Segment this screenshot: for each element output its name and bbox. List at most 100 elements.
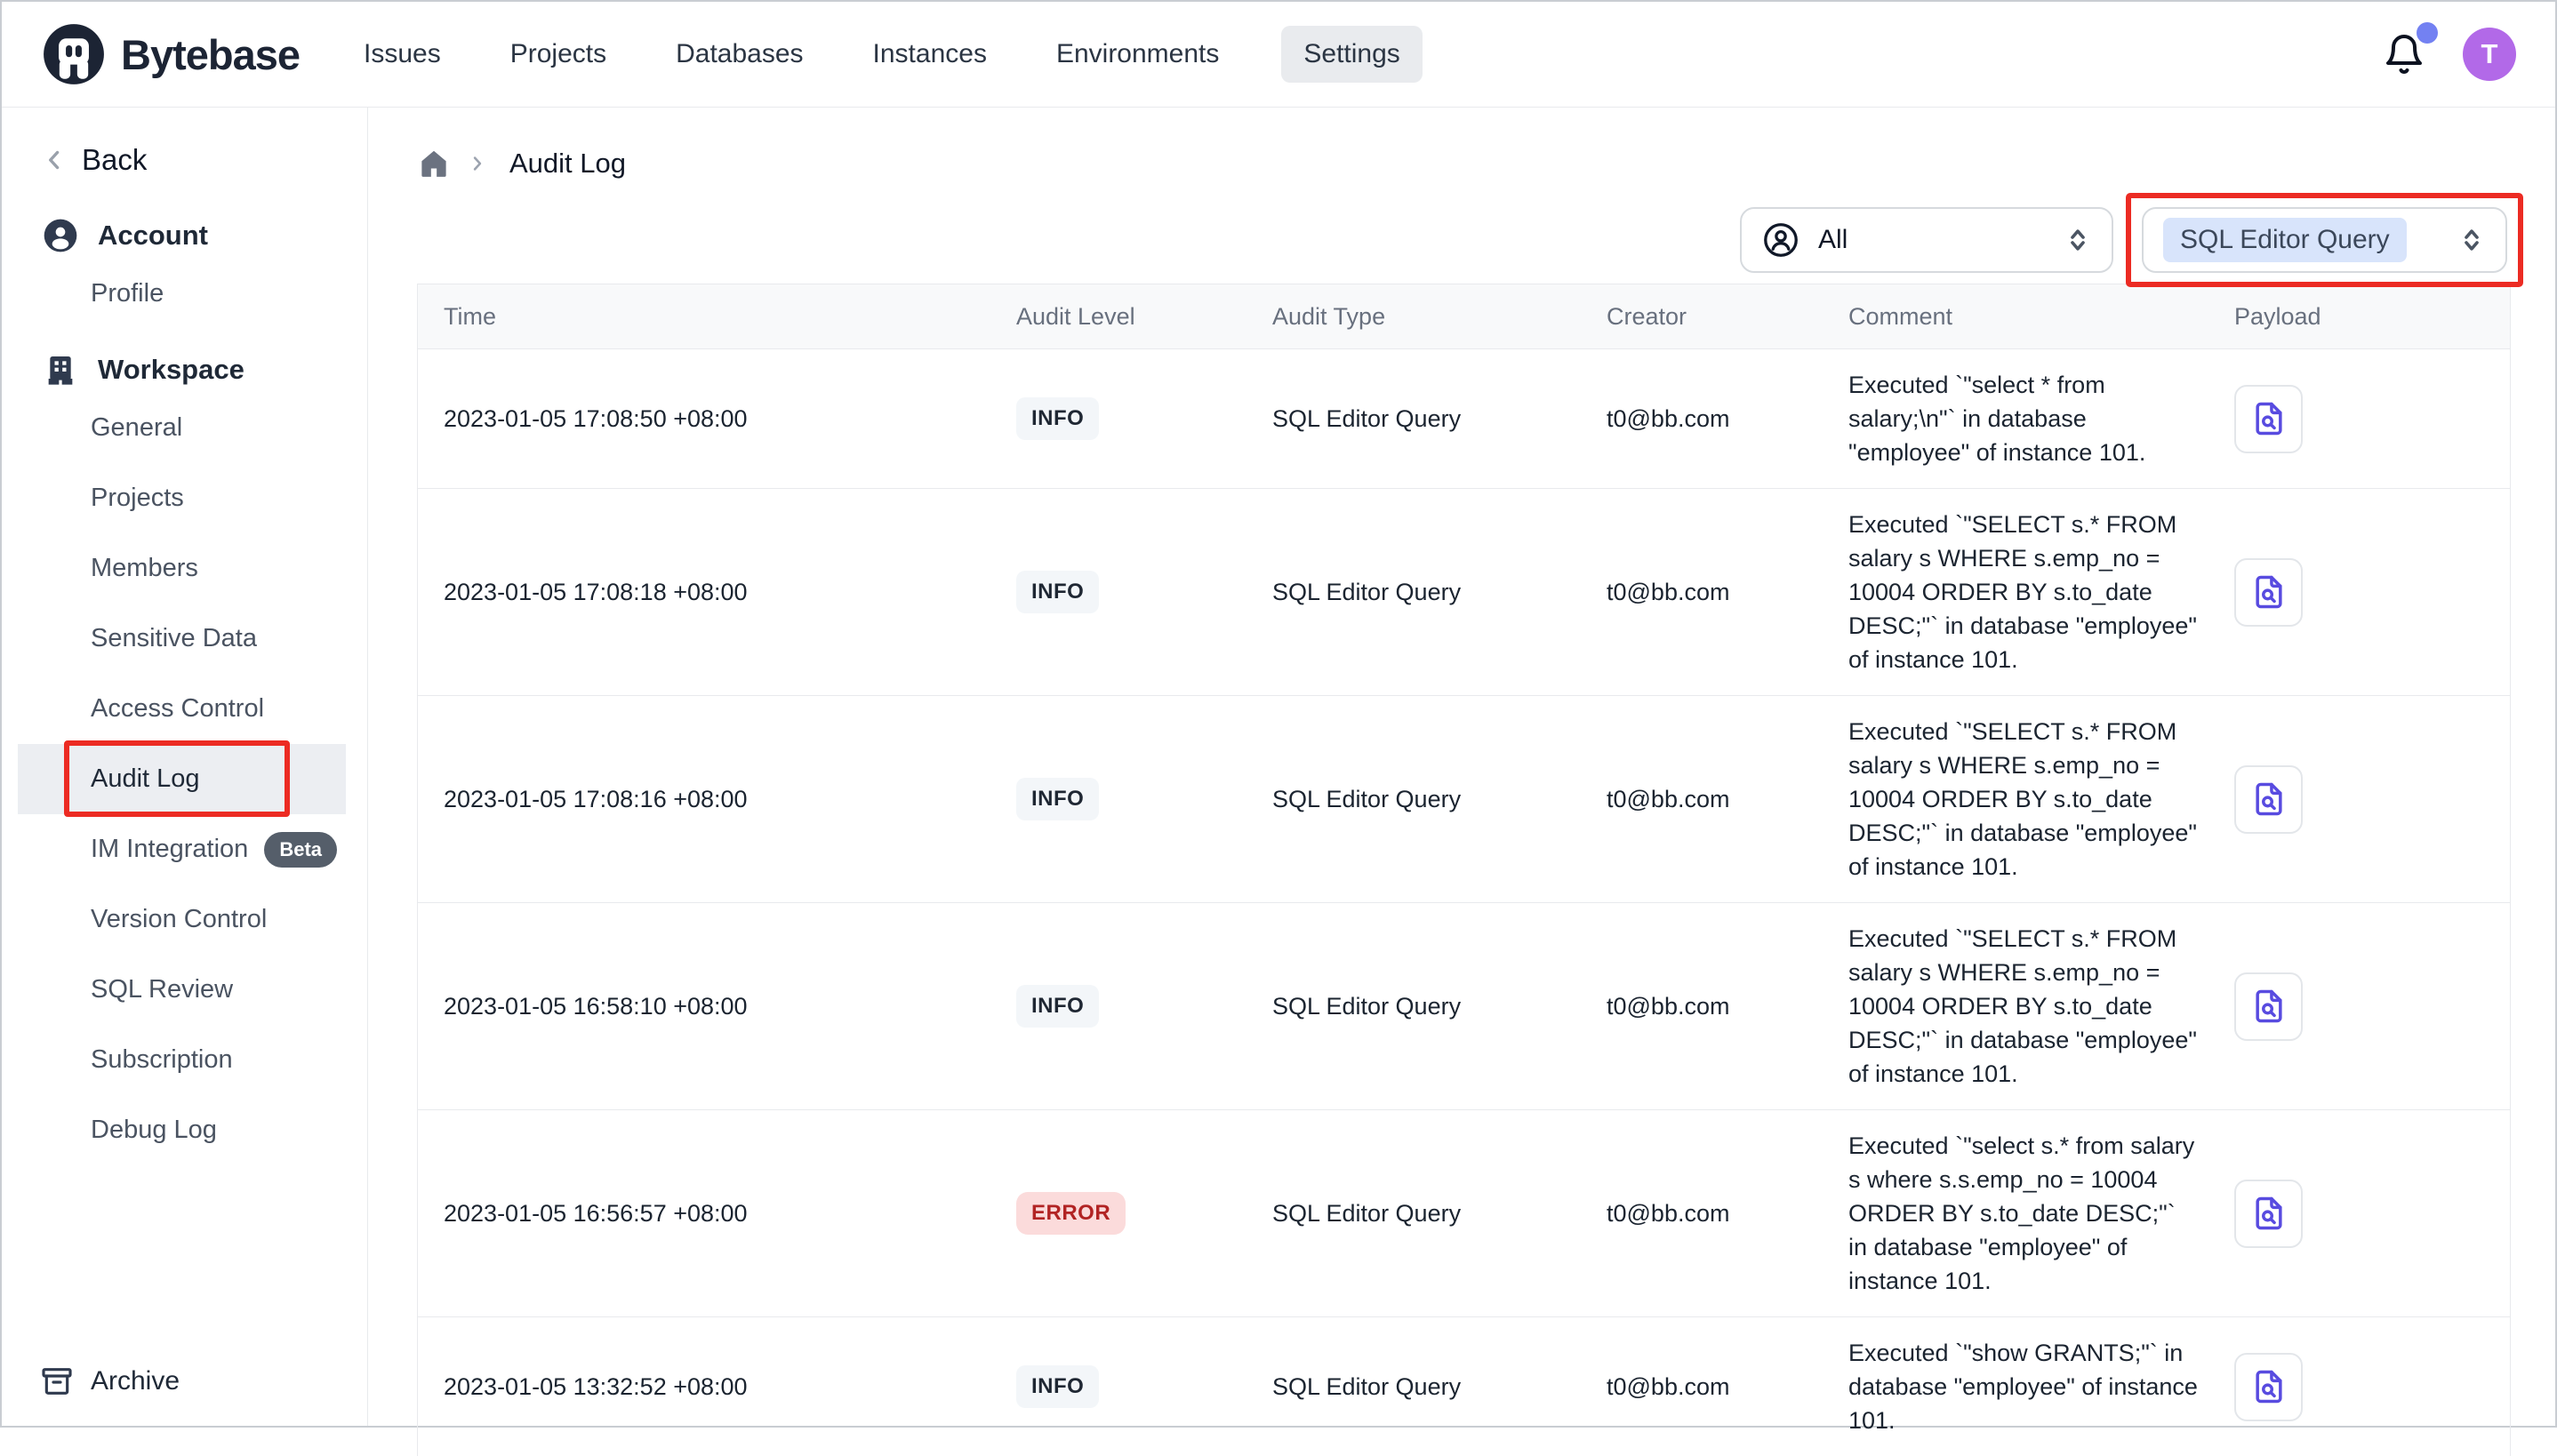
view-payload-button[interactable] <box>2234 385 2303 453</box>
sidebar-item-label: General <box>91 413 182 443</box>
brand-logo[interactable]: Bytebase <box>41 21 300 87</box>
view-payload-button[interactable] <box>2234 1353 2303 1421</box>
top-nav: Bytebase Issues Projects Databases Insta… <box>2 2 2555 108</box>
notification-bell-button[interactable] <box>2383 33 2425 76</box>
audit-type-filter-value: SQL Editor Query <box>2163 218 2407 262</box>
cell-audit-type: SQL Editor Query <box>1247 1200 1582 1228</box>
workspace-building-icon <box>43 352 78 388</box>
back-button[interactable]: Back <box>39 143 367 177</box>
audit-level-badge: INFO <box>1016 571 1099 613</box>
table-row: 2023-01-05 17:08:16 +08:00 INFO SQL Edit… <box>418 695 2510 902</box>
account-icon <box>43 218 78 253</box>
sidebar-item-label: Sensitive Data <box>91 624 257 653</box>
view-payload-button[interactable] <box>2234 558 2303 627</box>
sidebar-item-subscription[interactable]: Subscription <box>2 1025 367 1095</box>
table-row: 2023-01-05 17:08:18 +08:00 INFO SQL Edit… <box>418 488 2510 695</box>
cell-time: 2023-01-05 17:08:18 +08:00 <box>418 579 991 606</box>
sidebar-item-profile[interactable]: Profile <box>2 259 367 329</box>
filter-bar: All SQL Editor Query <box>417 193 2511 287</box>
sidebar-item-label: Audit Log <box>91 764 200 794</box>
sidebar-item-label: Access Control <box>91 694 264 724</box>
bytebase-logo-icon <box>41 21 107 87</box>
cell-comment: Executed `"show GRANTS;"` in database "e… <box>1824 1317 2209 1456</box>
sidebar-item-sql-review[interactable]: SQL Review <box>2 955 367 1025</box>
cell-creator: t0@bb.com <box>1582 993 1824 1020</box>
cell-time: 2023-01-05 16:58:10 +08:00 <box>418 993 991 1020</box>
sidebar-item-audit-log[interactable]: Audit Log <box>18 744 346 814</box>
chevron-right-icon <box>465 151 490 176</box>
cell-creator: t0@bb.com <box>1582 786 1824 813</box>
cell-time: 2023-01-05 17:08:16 +08:00 <box>418 786 991 813</box>
view-payload-button[interactable] <box>2234 765 2303 834</box>
cell-time: 2023-01-05 13:32:52 +08:00 <box>418 1373 991 1401</box>
sidebar-item-label: Projects <box>91 484 184 513</box>
col-header-payload: Payload <box>2209 303 2510 331</box>
cell-comment: Executed `"select * from salary;\n"` in … <box>1824 349 2209 488</box>
col-header-audit-level: Audit Level <box>991 303 1247 331</box>
section-workspace-title: Workspace <box>98 354 244 386</box>
cell-audit-type: SQL Editor Query <box>1247 405 1582 433</box>
cell-creator: t0@bb.com <box>1582 1200 1824 1228</box>
sidebar-item-im-integration[interactable]: IM Integration Beta <box>2 814 367 884</box>
nav-item-databases[interactable]: Databases <box>669 26 810 83</box>
avatar[interactable]: T <box>2463 28 2516 81</box>
nav-item-settings[interactable]: Settings <box>1281 26 1422 83</box>
sidebar-item-sensitive-data[interactable]: Sensitive Data <box>2 604 367 674</box>
sidebar-item-access-control[interactable]: Access Control <box>2 674 367 744</box>
sidebar-item-members[interactable]: Members <box>2 533 367 604</box>
sidebar-item-label: SQL Review <box>91 975 233 1004</box>
col-header-comment: Comment <box>1824 303 2209 331</box>
cell-time: 2023-01-05 17:08:50 +08:00 <box>418 405 991 433</box>
breadcrumb: Audit Log <box>417 147 2511 180</box>
table-header: Time Audit Level Audit Type Creator Comm… <box>418 284 2510 348</box>
table-row: 2023-01-05 16:56:57 +08:00 ERROR SQL Edi… <box>418 1109 2510 1316</box>
view-payload-button[interactable] <box>2234 972 2303 1041</box>
table-row: 2023-01-05 17:08:50 +08:00 INFO SQL Edit… <box>418 348 2510 488</box>
nav-item-instances[interactable]: Instances <box>866 26 994 83</box>
col-header-audit-type: Audit Type <box>1247 303 1582 331</box>
sidebar-item-label: Members <box>91 554 198 583</box>
nav-item-environments[interactable]: Environments <box>1049 26 1226 83</box>
page-title: Audit Log <box>509 148 626 180</box>
table-row: 2023-01-05 16:58:10 +08:00 INFO SQL Edit… <box>418 902 2510 1109</box>
back-label: Back <box>82 143 147 177</box>
sidebar-item-general[interactable]: General <box>2 393 367 463</box>
user-circle-icon <box>1761 220 1800 260</box>
audit-level-badge: INFO <box>1016 1365 1099 1408</box>
sidebar-item-debug-log[interactable]: Debug Log <box>2 1095 367 1165</box>
audit-level-badge: ERROR <box>1016 1192 1126 1235</box>
cell-comment: Executed `"SELECT s.* FROM salary s WHER… <box>1824 903 2209 1109</box>
home-icon[interactable] <box>417 147 451 180</box>
chevron-left-icon <box>39 145 69 175</box>
cell-time: 2023-01-05 16:56:57 +08:00 <box>418 1200 991 1228</box>
audit-level-badge: INFO <box>1016 985 1099 1028</box>
archive-label: Archive <box>91 1366 180 1396</box>
chevron-up-down-icon <box>2062 224 2094 256</box>
col-header-creator: Creator <box>1582 303 1824 331</box>
section-account-title: Account <box>98 220 208 252</box>
audit-type-filter-select[interactable]: SQL Editor Query <box>2142 207 2507 273</box>
audit-level-badge: INFO <box>1016 778 1099 820</box>
beta-badge: Beta <box>264 832 337 868</box>
cell-comment: Executed `"select s.* from salary s wher… <box>1824 1110 2209 1316</box>
creator-filter-select[interactable]: All <box>1740 207 2113 273</box>
cell-audit-type: SQL Editor Query <box>1247 993 1582 1020</box>
section-account: Account <box>43 218 367 253</box>
cell-comment: Executed `"SELECT s.* FROM salary s WHER… <box>1824 489 2209 695</box>
nav-item-issues[interactable]: Issues <box>357 26 448 83</box>
cell-audit-type: SQL Editor Query <box>1247 579 1582 606</box>
audit-level-badge: INFO <box>1016 397 1099 440</box>
view-payload-button[interactable] <box>2234 1180 2303 1248</box>
sidebar-item-label: IM Integration <box>91 835 248 864</box>
sidebar-item-label: Subscription <box>91 1045 233 1075</box>
cell-creator: t0@bb.com <box>1582 1373 1824 1401</box>
settings-sidebar: Back Account Profile <box>2 108 368 1426</box>
archive-button[interactable]: Archive <box>39 1364 180 1399</box>
nav-item-projects[interactable]: Projects <box>503 26 613 83</box>
archive-icon <box>39 1364 75 1399</box>
brand-name: Bytebase <box>121 30 300 79</box>
cell-audit-type: SQL Editor Query <box>1247 1373 1582 1401</box>
sidebar-item-version-control[interactable]: Version Control <box>2 884 367 955</box>
annotation-red-box-type-filter: SQL Editor Query <box>2126 193 2523 287</box>
sidebar-item-projects[interactable]: Projects <box>2 463 367 533</box>
